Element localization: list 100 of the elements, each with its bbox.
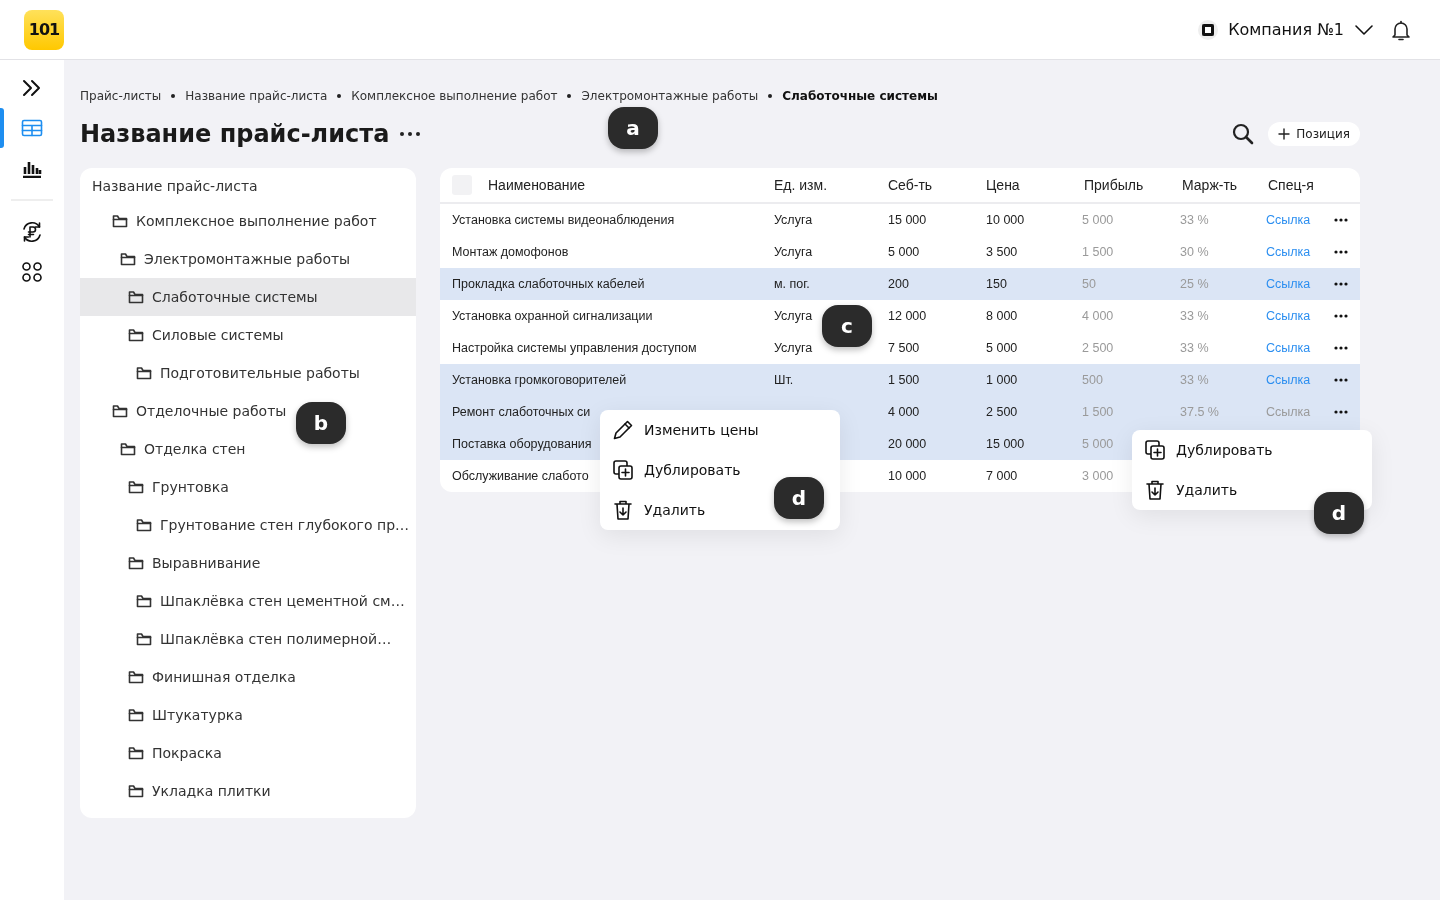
breadcrumb-link[interactable]: Прайс-листы [80, 89, 162, 103]
table-cell: Шт. [774, 373, 794, 387]
table-cell: 1 500 [1082, 245, 1114, 259]
breadcrumb-link[interactable]: Комплексное выполнение работ [351, 89, 558, 103]
bell-icon[interactable] [1390, 18, 1412, 41]
table-cell: 8 000 [986, 309, 1018, 323]
tree-item[interactable]: Подготовительные работы [160, 365, 360, 381]
annotation-marker: b [296, 402, 346, 444]
folder-icon [136, 518, 152, 532]
table-cell: 33 % [1180, 309, 1209, 323]
table-cell: 3 000 [1082, 469, 1114, 483]
tree-item[interactable]: Комплексное выполнение работ [136, 213, 377, 229]
rouble-refresh-icon[interactable] [20, 220, 44, 244]
more-icon[interactable] [1334, 218, 1348, 222]
separator-dot [171, 94, 176, 98]
more-icon[interactable] [1334, 314, 1348, 318]
page-title: Название прайс-листа [80, 120, 390, 148]
spec-link[interactable]: Ссылка [1266, 245, 1311, 259]
table-cell: 1 500 [888, 373, 920, 387]
tree-item[interactable]: Силовые системы [152, 327, 284, 343]
tree-item[interactable]: Грунтовка [152, 479, 229, 495]
tree-item[interactable]: Шпаклёвка стен полимерной… [160, 631, 392, 647]
folder-icon [136, 632, 152, 646]
tree-item[interactable]: Штукатурка [152, 707, 243, 723]
table-cell: 10 000 [888, 469, 927, 483]
tree-item[interactable]: Финишная отделка [152, 669, 296, 685]
column-header: Наименование [488, 177, 586, 193]
tree-item[interactable]: Грунтование стен глубокого пр… [160, 517, 410, 533]
spec-link[interactable]: Ссылка [1266, 341, 1311, 355]
table-cell: Установка громкоговорителей [452, 373, 627, 387]
tree-root-label[interactable]: Название прайс-листа [80, 168, 416, 202]
table-icon[interactable] [21, 119, 43, 137]
table-cell: Поставка оборудования [452, 437, 592, 451]
separator-dot [768, 94, 773, 98]
column-header: Цена [985, 177, 1021, 193]
duplicate-icon [1144, 439, 1166, 461]
tree-item[interactable]: Покраска [152, 745, 222, 761]
table-cell: 15 000 [888, 213, 927, 227]
trash-icon [1144, 479, 1166, 501]
table-cell: 3 500 [986, 245, 1018, 259]
folder-icon [120, 252, 136, 266]
table-cell: 33 % [1180, 373, 1209, 387]
tree-item[interactable]: Укладка плитки [152, 783, 271, 799]
table-cell: Установка системы видеонаблюдения [452, 213, 675, 227]
pencil-icon [612, 419, 634, 441]
company-selector[interactable]: Компания №1 [1198, 19, 1374, 40]
more-icon[interactable] [1334, 410, 1348, 414]
table-cell: 30 % [1180, 245, 1209, 259]
menu-item[interactable]: Дублировать [1132, 430, 1372, 470]
folder-icon [128, 784, 144, 798]
more-icon[interactable] [1334, 378, 1348, 382]
tree-item[interactable]: Выравнивание [152, 555, 261, 571]
tree-item[interactable]: Отделка стен [144, 441, 246, 457]
table-cell: Ремонт слаботочных си [452, 405, 591, 419]
add-position-button[interactable]: Позиция [1268, 122, 1360, 146]
tree-item[interactable]: Электромонтажные работы [144, 251, 351, 267]
search-icon[interactable] [1232, 123, 1255, 145]
folder-icon [120, 442, 136, 456]
spec-link[interactable]: Ссылка [1266, 213, 1311, 227]
table-cell: Услуга [774, 309, 813, 323]
tree-item[interactable]: Шпаклёвка стен цементной см… [160, 593, 405, 609]
separator-dot [337, 94, 342, 98]
breadcrumb-link[interactable]: Электромонтажные работы [581, 89, 759, 103]
table-cell: 4 000 [888, 405, 920, 419]
table-cell: Обслуживание слабото [452, 469, 589, 483]
duplicate-icon [612, 459, 634, 481]
table-cell: Услуга [774, 245, 813, 259]
table-cell: 10 000 [986, 213, 1025, 227]
column-header: Марж-ть [1181, 177, 1239, 193]
table-cell: 7 000 [986, 469, 1018, 483]
expand-icon[interactable] [21, 79, 43, 97]
table-cell: Настройка системы управления доступом [452, 341, 697, 355]
breadcrumb-link[interactable]: Название прайс-листа [185, 89, 328, 103]
table-cell: 20 000 [888, 437, 927, 451]
folder-icon [128, 708, 144, 722]
table-cell: 33 % [1180, 213, 1209, 227]
table-cell: 200 [888, 277, 909, 291]
menu-item[interactable]: Изменить цены [600, 410, 840, 450]
spec-link[interactable]: Ссылка [1266, 309, 1311, 323]
table-cell: 5 000 [986, 341, 1018, 355]
tree-item[interactable]: Отделочные работы [136, 403, 287, 419]
chevron-down-icon [1354, 23, 1374, 36]
column-header: Спец-я [1267, 177, 1315, 193]
table-cell: 5 000 [1082, 213, 1114, 227]
annotation-marker: d [1314, 492, 1364, 534]
more-icon[interactable] [399, 131, 422, 137]
more-icon[interactable] [1334, 282, 1348, 286]
breadcrumb-link[interactable]: Слаботочные системы [782, 89, 938, 103]
table-cell: 5 000 [1082, 437, 1114, 451]
folder-icon [128, 670, 144, 684]
table-cell: 2 500 [986, 405, 1018, 419]
table-cell: 5 000 [888, 245, 920, 259]
table-cell: Прокладка слаботочных кабелей [452, 277, 645, 291]
table-cell: 4 000 [1082, 309, 1114, 323]
more-icon[interactable] [1334, 346, 1348, 350]
column-header: Себ-ть [887, 177, 934, 193]
apps-icon[interactable] [21, 261, 43, 283]
folder-icon [128, 556, 144, 570]
more-icon[interactable] [1334, 250, 1348, 254]
table-cell: 500 [1082, 373, 1103, 387]
